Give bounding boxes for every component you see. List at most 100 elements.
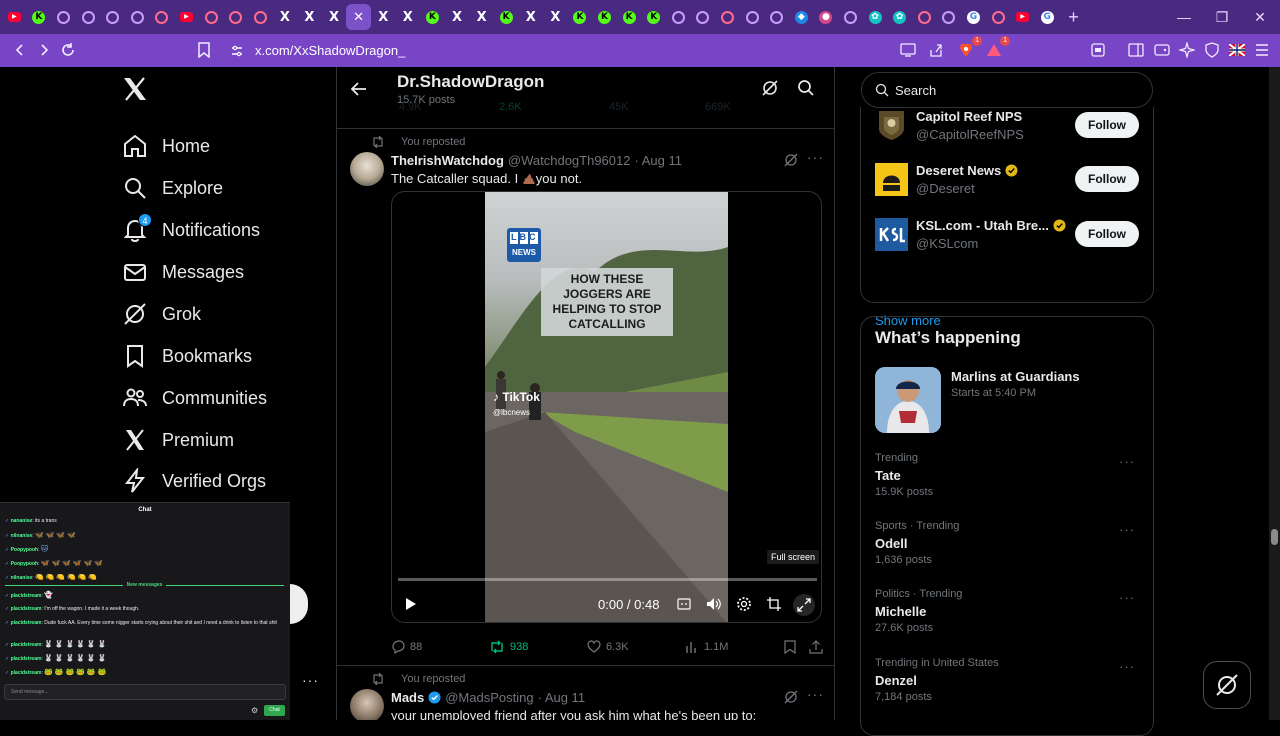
search-input[interactable]: Search	[861, 72, 1153, 108]
browser-tab[interactable]: X	[273, 4, 298, 30]
browser-tab[interactable]	[125, 4, 150, 30]
chat-username[interactable]: placidstream	[11, 606, 42, 612]
back-arrow-button[interactable]	[347, 77, 371, 101]
chat-username[interactable]: placidstream	[11, 642, 42, 648]
captions-button[interactable]	[674, 594, 694, 614]
nav-item-notifications[interactable]: 4 Notifications	[122, 210, 260, 250]
menu-button[interactable]	[1250, 38, 1274, 62]
trend-more-button[interactable]: ···	[1119, 454, 1135, 469]
chat-username[interactable]: Poopypooh	[11, 561, 39, 567]
browser-tab[interactable]	[937, 4, 962, 30]
browser-tab[interactable]: X	[518, 4, 543, 30]
browser-tab[interactable]: K	[568, 4, 593, 30]
avatar[interactable]	[350, 689, 384, 720]
nav-item-explore[interactable]: Explore	[122, 168, 223, 208]
browser-tab[interactable]: X	[297, 4, 322, 30]
grok-post-button[interactable]	[784, 153, 798, 167]
nav-item-premium[interactable]: Premium	[122, 420, 234, 460]
scrollbar-thumb[interactable]	[1271, 529, 1278, 545]
event-image[interactable]	[875, 367, 941, 433]
browser-tab[interactable]: ▶	[1010, 4, 1035, 30]
bookmark-post-button[interactable]	[784, 640, 801, 654]
post-mads[interactable]: You reposted Mads @MadsPosting · Aug 11 …	[337, 665, 834, 720]
account-more-button[interactable]: ···	[302, 672, 319, 688]
video-player[interactable]: LBC NEWS HOW THESE JOGGERS ARE HELPING T…	[391, 191, 822, 623]
nav-item-communities[interactable]: Communities	[122, 378, 267, 418]
views-button[interactable]: 1.1M	[685, 640, 728, 654]
page-scrollbar[interactable]	[1269, 67, 1280, 720]
chat-username[interactable]: nilnanise	[11, 575, 33, 581]
post-more-button[interactable]: ···	[807, 149, 824, 165]
close-window-button[interactable]: ✕	[1241, 0, 1279, 34]
post-irishwatchdog[interactable]: You reposted TheIrishWatchdog @WatchdogT…	[337, 128, 834, 664]
trend-item[interactable]: Politics · Trending Michelle 27.6K posts ··…	[875, 588, 1145, 644]
reply-button[interactable]: 88	[391, 640, 422, 654]
nav-item-verified-orgs[interactable]: Verified Orgs	[122, 461, 266, 501]
chat-username[interactable]: nananise	[11, 518, 33, 524]
avatar[interactable]	[875, 109, 908, 142]
video-progress-bar[interactable]	[398, 578, 817, 581]
browser-tab[interactable]: X	[469, 4, 494, 30]
follow-suggestion[interactable]: KSL.com - Utah Bre... @KSLcom Follow	[861, 212, 1153, 256]
browser-tab[interactable]	[51, 4, 76, 30]
follow-button[interactable]: Follow	[1075, 166, 1139, 192]
search-profile-button[interactable]	[797, 79, 815, 97]
maximize-button[interactable]: ❐	[1203, 0, 1241, 34]
wallet-button[interactable]	[1150, 38, 1174, 62]
event-title[interactable]: Marlins at Guardians	[951, 369, 1080, 384]
browser-tab[interactable]: X	[371, 4, 396, 30]
share-button[interactable]	[924, 38, 948, 62]
grok-post-button[interactable]	[784, 690, 798, 704]
nav-item-messages[interactable]: Messages	[122, 252, 244, 292]
chat-username[interactable]: placidstream	[11, 656, 42, 662]
browser-tab[interactable]: K	[27, 4, 52, 30]
chat-message-input[interactable]: Send message...	[4, 684, 286, 700]
browser-tab[interactable]	[740, 4, 765, 30]
browser-tab[interactable]	[100, 4, 125, 30]
browser-tab[interactable]: X	[396, 4, 421, 30]
follow-button[interactable]: Follow	[1075, 221, 1139, 247]
browser-tab[interactable]	[912, 4, 937, 30]
author-handle[interactable]: @WatchdogTh96012	[508, 153, 631, 168]
browser-tab[interactable]: X	[445, 4, 470, 30]
follow-suggestion[interactable]: Deseret News @Deseret Follow	[861, 157, 1153, 201]
browser-tab[interactable]: G	[961, 4, 986, 30]
browser-tab[interactable]	[764, 4, 789, 30]
chat-username[interactable]: placidstream	[11, 670, 42, 676]
follow-name[interactable]: KSL.com - Utah Bre...	[916, 218, 1066, 233]
chat-username[interactable]: placidstream	[11, 620, 42, 626]
new-tab-button[interactable]: +	[1060, 7, 1088, 28]
trend-more-button[interactable]: ···	[1119, 522, 1135, 537]
browser-tab[interactable]	[248, 4, 273, 30]
browser-tab[interactable]: K	[641, 4, 666, 30]
browser-tab[interactable]	[199, 4, 224, 30]
browser-tab[interactable]: K	[420, 4, 445, 30]
chat-username[interactable]: Poopypooh	[11, 547, 39, 553]
chat-send-button[interactable]: Chat	[264, 705, 285, 716]
browser-tab[interactable]: ✕	[346, 4, 371, 30]
brave-rewards-button[interactable]: 1	[982, 36, 1010, 62]
minimize-button[interactable]: —	[1165, 0, 1203, 34]
browser-tab[interactable]	[838, 4, 863, 30]
post-more-button[interactable]: ···	[807, 686, 824, 702]
browser-tab[interactable]	[666, 4, 691, 30]
grok-button[interactable]	[761, 79, 779, 97]
author-name[interactable]: TheIrishWatchdog	[391, 153, 504, 168]
author-handle[interactable]: @MadsPosting	[445, 690, 533, 705]
trend-item[interactable]: Trending in United States Denzel 7,184 pos…	[875, 657, 1145, 713]
site-settings-icon[interactable]	[230, 44, 244, 58]
chat-settings-gear-icon[interactable]: ⚙	[251, 706, 258, 715]
browser-tab[interactable]: K	[617, 4, 642, 30]
account-avatar-partial[interactable]	[290, 584, 308, 624]
browser-tab[interactable]: ◆	[789, 4, 814, 30]
nav-item-home[interactable]: Home	[122, 126, 210, 166]
browser-tab[interactable]	[223, 4, 248, 30]
browser-tab[interactable]: ●	[814, 4, 839, 30]
browser-tab[interactable]: X	[543, 4, 568, 30]
browser-tab[interactable]: ✿	[863, 4, 888, 30]
sidebar-button[interactable]	[1124, 38, 1148, 62]
repost-button[interactable]: 938	[489, 640, 528, 654]
trend-item[interactable]: Sports · Trending Odell 1,636 posts ···	[875, 520, 1145, 576]
browser-tab[interactable]: X	[322, 4, 347, 30]
follow-name[interactable]: Capitol Reef NPS	[916, 109, 1022, 124]
